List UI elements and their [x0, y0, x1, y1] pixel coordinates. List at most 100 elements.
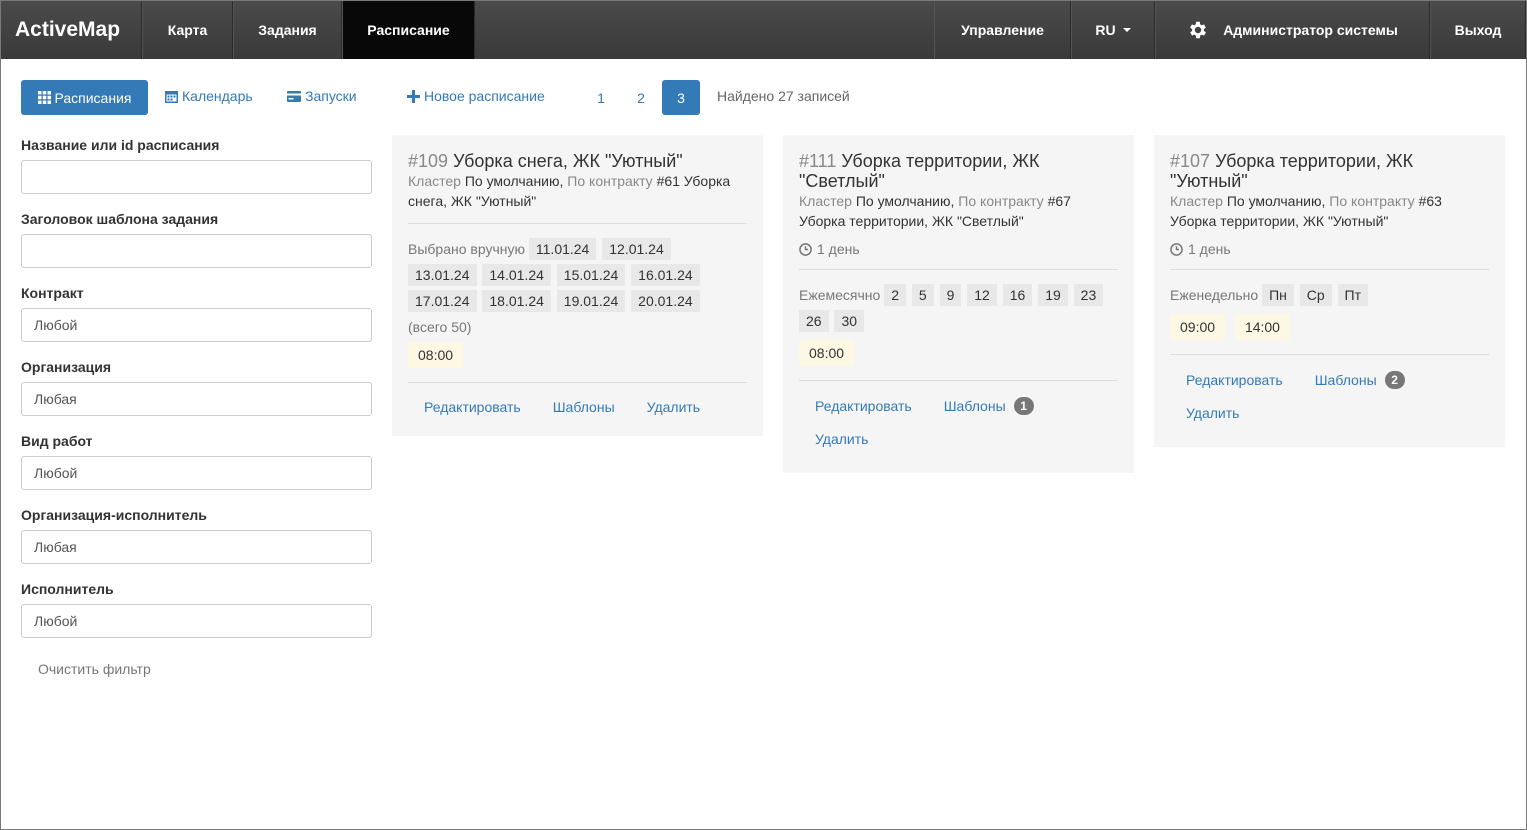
schedule-days: Еженедельно Пн Ср Пт 09:00 14:00 — [1170, 282, 1489, 342]
cluster-label: Кластер — [408, 173, 461, 189]
delete-schedule-link[interactable]: Удалить — [799, 423, 884, 455]
schedule-duration: 1 день — [1170, 241, 1489, 257]
clock-icon — [799, 242, 812, 256]
templates-label: Шаблоны — [1314, 372, 1377, 388]
gear-icon — [1190, 21, 1207, 39]
nav-item-map[interactable]: Карта — [142, 1, 233, 59]
filter-contract-select[interactable]: Любой — [21, 308, 372, 342]
cluster-value: По умолчанию, — [855, 193, 955, 209]
schedule-dates: Выбрано вручную 11.01.24 12.01.24 13.01.… — [408, 236, 747, 370]
day-chip: Пн — [1262, 284, 1294, 306]
plus-icon — [407, 89, 420, 103]
delete-schedule-link[interactable]: Удалить — [1170, 397, 1255, 429]
page-3-button[interactable]: 3 — [662, 80, 700, 115]
schedule-name: Уборка снега, ЖК "Уютный" — [453, 151, 683, 171]
cluster-label: Кластер — [799, 193, 852, 209]
records-count: Найдено 27 записей — [717, 88, 850, 104]
new-schedule-link[interactable]: Новое расписание — [407, 88, 545, 104]
credit-card-icon — [287, 90, 301, 102]
filter-contract-label: Контракт — [21, 285, 84, 301]
nav-item-tasks[interactable]: Задания — [233, 1, 342, 59]
schedule-meta: Кластер По умолчанию, По контракту #61 У… — [408, 171, 747, 211]
date-chip: 18.01.24 — [482, 290, 551, 312]
templates-link[interactable]: Шаблоны — [537, 391, 631, 423]
edit-schedule-link[interactable]: Редактировать — [1170, 363, 1299, 397]
runs-view-label: Запуски — [305, 88, 357, 104]
filter-organization-select[interactable]: Любая — [21, 382, 372, 416]
divider — [408, 223, 747, 224]
schedule-card: #109 Уборка снега, ЖК "Уютный" Кластер П… — [392, 135, 763, 436]
user-menu[interactable]: Администратор системы — [1155, 1, 1430, 59]
day-chip: 12 — [967, 284, 997, 306]
top-navbar: ActiveMap Карта Задания Расписание Управ… — [1, 1, 1526, 59]
day-chip: Ср — [1299, 284, 1332, 306]
edit-schedule-link[interactable]: Редактировать — [408, 391, 537, 423]
filter-template-input[interactable] — [21, 234, 372, 268]
templates-link[interactable]: Шаблоны 1 — [928, 389, 1050, 423]
filter-contractor-org-select[interactable]: Любая — [21, 530, 372, 564]
templates-link[interactable]: Шаблоны 2 — [1299, 363, 1421, 397]
grid-icon — [37, 91, 51, 104]
schedule-duration: 1 день — [799, 241, 1118, 257]
filter-name-input[interactable] — [21, 160, 372, 194]
templates-count-badge: 2 — [1384, 371, 1405, 389]
day-chip: 5 — [911, 284, 934, 306]
templates-count-badge: 1 — [1013, 397, 1034, 415]
times-row: 08:00 — [799, 338, 1118, 368]
schedule-meta: Кластер По умолчанию, По контракту #63 У… — [1170, 191, 1489, 231]
day-chip: 16 — [1002, 284, 1033, 306]
date-chip: 17.01.24 — [408, 290, 477, 312]
cluster-value: По умолчанию, — [464, 173, 564, 189]
schedule-card: #107 Уборка территории, ЖК "Уютный" Клас… — [1154, 135, 1505, 447]
schedule-title[interactable]: #107 Уборка территории, ЖК "Уютный" — [1170, 151, 1489, 191]
contract-label: По контракту — [1329, 193, 1415, 209]
day-chip: Пт — [1337, 284, 1369, 306]
page-1-button[interactable]: 1 — [582, 80, 620, 115]
schedules-view-button[interactable]: Расписания — [21, 80, 148, 115]
filter-contractor-org-label: Организация-исполнитель — [21, 507, 207, 523]
day-chip: 19 — [1038, 284, 1068, 306]
schedule-type-label: Еженедельно — [1170, 287, 1259, 303]
logout-link[interactable]: Выход — [1430, 1, 1526, 59]
language-label: RU — [1095, 22, 1116, 38]
filter-worktype-select[interactable]: Любой — [21, 456, 372, 490]
time-chip: 14:00 — [1234, 314, 1290, 340]
calendar-view-link[interactable]: Календарь — [165, 88, 253, 104]
card-actions: Редактировать Шаблоны 1 Удалить — [799, 381, 1118, 463]
schedule-card: #111 Уборка территории, ЖК "Светлый" Кла… — [783, 135, 1134, 473]
date-chip: 13.01.24 — [408, 264, 477, 286]
schedule-type-label: Ежемесячно — [799, 287, 881, 303]
schedule-id: #107 — [1170, 151, 1211, 171]
schedule-title[interactable]: #111 Уборка территории, ЖК "Светлый" — [799, 151, 1118, 191]
filter-organization-label: Организация — [21, 359, 112, 375]
time-chip: 09:00 — [1170, 314, 1226, 340]
language-dropdown[interactable]: RU — [1071, 1, 1155, 59]
date-chip: 16.01.24 — [631, 264, 700, 286]
filter-executor-select[interactable]: Любой — [21, 604, 372, 638]
day-chip: 26 — [799, 310, 829, 332]
card-actions: Редактировать Шаблоны Удалить — [408, 383, 747, 431]
clear-filter-button[interactable]: Очистить фильтр — [38, 661, 151, 677]
day-chip: 9 — [939, 284, 962, 306]
schedule-title[interactable]: #109 Уборка снега, ЖК "Уютный" — [408, 151, 747, 171]
schedule-id: #111 — [799, 151, 837, 171]
filter-worktype-label: Вид работ — [21, 433, 93, 449]
date-chip: 15.01.24 — [556, 264, 626, 286]
date-chip: 19.01.24 — [556, 290, 626, 312]
nav-item-schedule[interactable]: Расписание — [342, 1, 475, 59]
filter-executor-label: Исполнитель — [21, 581, 114, 597]
date-chip: 14.01.24 — [482, 264, 551, 286]
schedules-view-label: Расписания — [54, 89, 132, 106]
page-2-button[interactable]: 2 — [622, 80, 660, 115]
cluster-value: По умолчанию, — [1226, 193, 1326, 209]
edit-schedule-link[interactable]: Редактировать — [799, 389, 928, 423]
runs-view-link[interactable]: Запуски — [287, 88, 357, 104]
templates-label: Шаблоны — [943, 398, 1006, 414]
schedule-days: Ежемесячно 2 5 9 12 16 19 23 26 30 08:00 — [799, 282, 1118, 368]
brand-logo[interactable]: ActiveMap — [1, 1, 142, 59]
delete-schedule-link[interactable]: Удалить — [631, 391, 716, 423]
nav-item-manage[interactable]: Управление — [934, 1, 1071, 59]
schedule-type-label: Выбрано вручную — [408, 241, 525, 257]
schedule-id: #109 — [408, 151, 449, 171]
contract-label: По контракту — [958, 193, 1044, 209]
